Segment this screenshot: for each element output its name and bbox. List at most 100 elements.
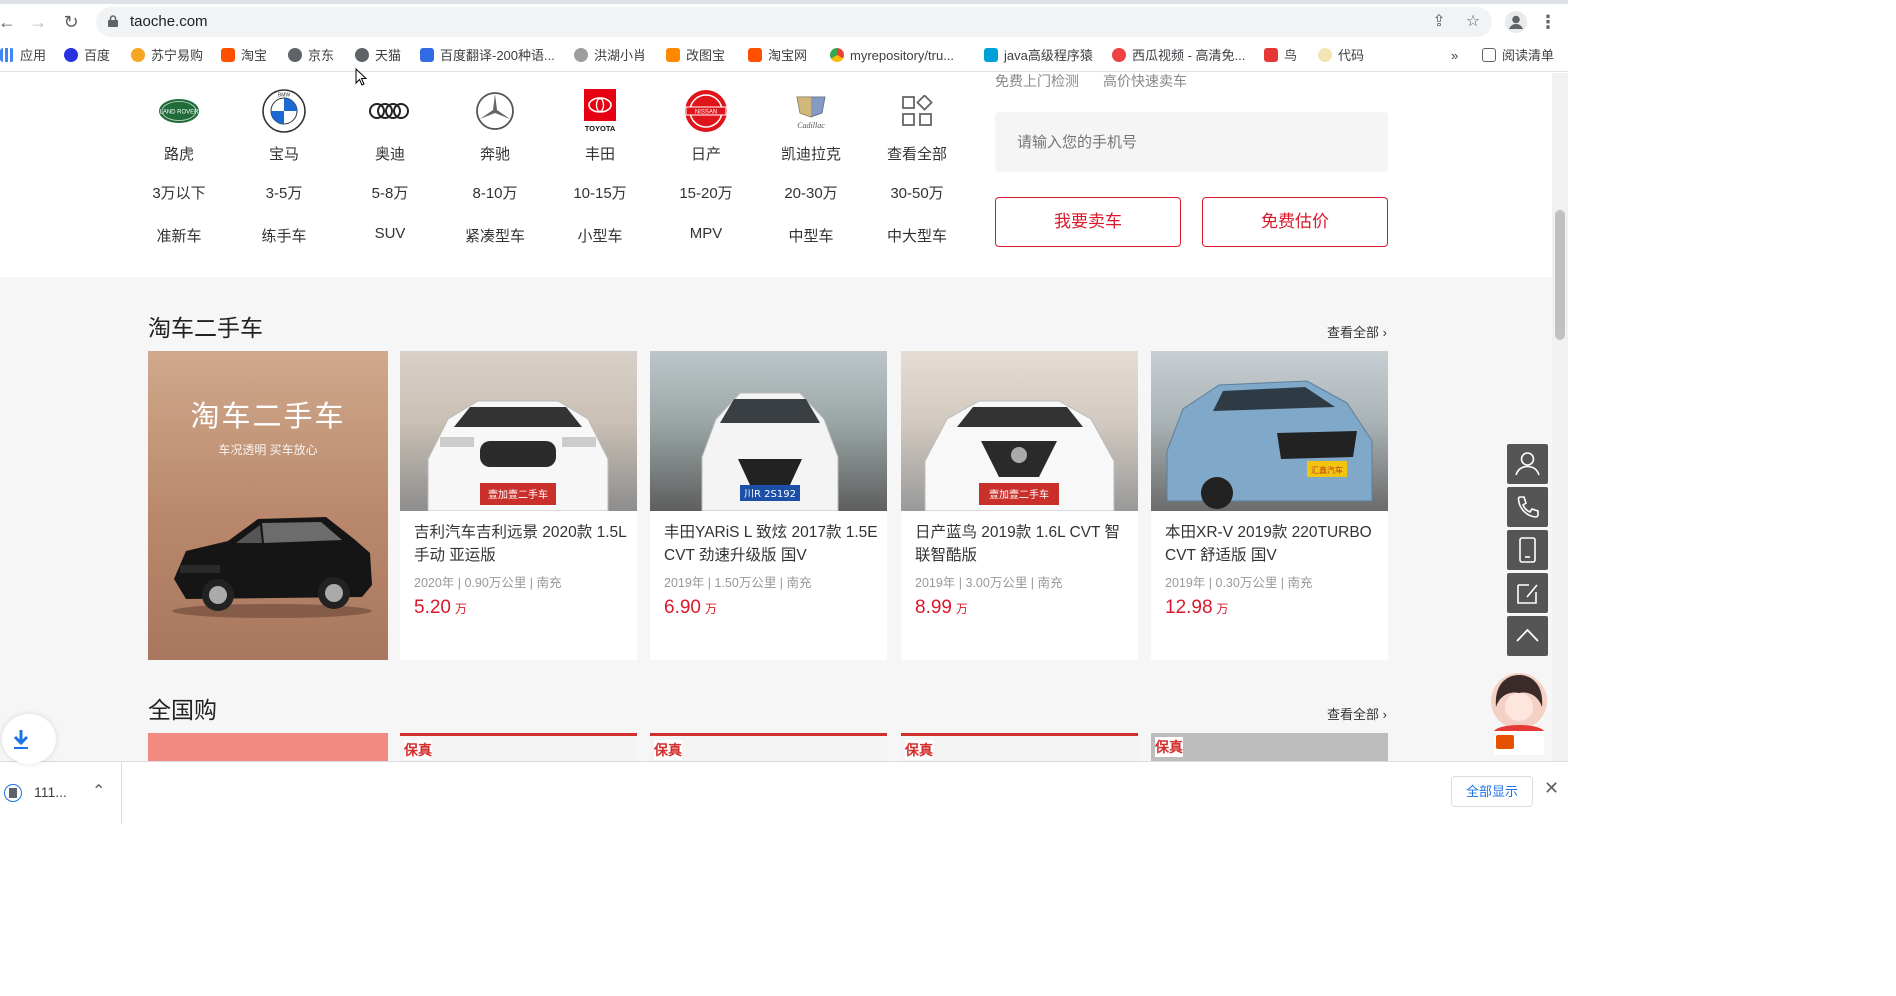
car-card[interactable]: 川R 2S192 丰田YARiS L 致炫 2017款 1.5E CVT 劲速升…: [650, 351, 887, 660]
reading-list-button[interactable]: 阅读清单: [1482, 47, 1554, 65]
brand-name: 凯迪拉克: [780, 146, 841, 163]
phone-button[interactable]: [1507, 487, 1548, 527]
forward-icon[interactable]: →: [27, 11, 49, 33]
type-filter[interactable]: MPV: [661, 225, 751, 242]
menu-icon[interactable]: ⋮: [1537, 11, 1559, 33]
phone-input[interactable]: [995, 112, 1388, 172]
bookmark-baidu-translate[interactable]: 百度翻译-200种语...: [420, 47, 555, 65]
sell-car-button[interactable]: 我要卖车: [995, 197, 1181, 247]
price-filter[interactable]: 5-8万: [345, 182, 435, 203]
brand-cadillac[interactable]: Cadillac 凯迪拉克: [766, 89, 856, 164]
car-price: 8.99 万: [915, 597, 968, 619]
view-all-used-link[interactable]: 查看全部 ›: [1327, 322, 1387, 341]
used-car-promo-banner[interactable]: 淘车二手车 车况透明 买车放心: [148, 351, 388, 660]
national-car-card[interactable]: 保真: [1151, 733, 1388, 761]
price-filter[interactable]: 8-10万: [450, 182, 540, 203]
brand-name: 查看全部: [886, 146, 947, 163]
brand-nissan[interactable]: NISSAN 日产: [661, 89, 751, 164]
user-center-button[interactable]: [1507, 444, 1548, 484]
price-filter[interactable]: 15-20万: [661, 182, 751, 203]
type-filter[interactable]: SUV: [345, 225, 435, 242]
price-filter[interactable]: 3万以下: [134, 182, 224, 203]
bookmark-xigua[interactable]: 西瓜视频 - 高清免...: [1112, 47, 1245, 65]
type-filter[interactable]: 中大型车: [872, 225, 962, 246]
download-progress-bubble[interactable]: [2, 714, 56, 764]
bookmark-suning[interactable]: 苏宁易购: [131, 47, 203, 65]
more-bookmarks-button[interactable]: »: [1451, 47, 1458, 65]
brand-filter-section: 免费上门检测 高价快速卖车 LAND ROVER 路虎 BMW 宝马 奥迪 奔驰: [0, 73, 1552, 277]
show-all-downloads-button[interactable]: 全部显示: [1451, 776, 1533, 807]
customer-service-avatar-icon[interactable]: [1490, 671, 1548, 755]
feedback-button[interactable]: [1507, 573, 1548, 613]
brand-toyota[interactable]: TOYOTA 丰田: [555, 89, 645, 164]
url-text: taoche.com: [130, 13, 208, 30]
scrollbar-thumb[interactable]: [1555, 210, 1565, 340]
bookmark-baidu[interactable]: 百度: [64, 47, 110, 65]
taobao-icon: [221, 48, 235, 62]
baozhen-badge: 保真: [654, 740, 682, 760]
price-unit: 万: [704, 602, 717, 616]
price-filter[interactable]: 30-50万: [872, 182, 962, 203]
bookmark-tmall[interactable]: 天猫: [355, 47, 401, 65]
price-filter[interactable]: 10-15万: [555, 182, 645, 203]
license-plate: 川R 2S192: [744, 489, 796, 500]
suning-icon: [131, 48, 145, 62]
bookmark-code[interactable]: 代码: [1318, 47, 1364, 65]
bookmark-apps[interactable]: 应用: [0, 47, 46, 65]
type-filter[interactable]: 练手车: [239, 225, 329, 246]
chevron-up-icon[interactable]: ⌃: [92, 781, 105, 801]
brand-view-all[interactable]: 查看全部: [872, 89, 962, 164]
price-filter[interactable]: 20-30万: [766, 182, 856, 203]
bookmark-gaitubao[interactable]: 改图宝: [666, 47, 725, 65]
nissan-icon: NISSAN: [684, 89, 728, 133]
national-car-card[interactable]: 保真: [650, 733, 887, 761]
car-card[interactable]: 汇鑫汽车 本田XR-V 2019款 220TURBO CVT 舒适版 国V 20…: [1151, 351, 1388, 660]
brand-audi[interactable]: 奥迪: [345, 89, 435, 164]
car-card[interactable]: 壹加壹二手车 日产蓝鸟 2019款 1.6L CVT 智联智酷版 2019年 |…: [901, 351, 1138, 660]
audi-icon: [368, 89, 412, 133]
national-car-card[interactable]: 保真: [901, 733, 1138, 761]
profile-icon[interactable]: [1505, 11, 1527, 33]
brand-landrover[interactable]: LAND ROVER 路虎: [134, 89, 224, 164]
bmw-icon: BMW: [262, 89, 306, 133]
back-to-top-button[interactable]: [1507, 616, 1548, 656]
close-icon[interactable]: ✕: [1544, 778, 1559, 799]
free-estimate-button[interactable]: 免费估价: [1202, 197, 1388, 247]
bookmark-label: 百度: [84, 48, 111, 63]
page-scrollbar[interactable]: [1552, 73, 1568, 761]
bookmark-taobaowang[interactable]: 淘宝网: [748, 47, 807, 65]
mobile-app-button[interactable]: [1507, 530, 1548, 570]
price-value: 5.20: [414, 597, 451, 618]
bookmark-myrepository[interactable]: myrepository/tru...: [830, 47, 954, 65]
baozhen-badge: 保真: [905, 740, 933, 760]
car-card[interactable]: 壹加壹二手车 吉利汽车吉利远景 2020款 1.5L 手动 亚运版 2020年 …: [400, 351, 637, 660]
type-filter[interactable]: 准新车: [134, 225, 224, 246]
reload-icon[interactable]: ↻: [60, 11, 82, 33]
address-bar[interactable]: taoche.com ⇪ ☆: [96, 7, 1492, 37]
price-value: 8.99: [915, 597, 952, 618]
view-all-national-link[interactable]: 查看全部 ›: [1327, 704, 1387, 723]
reading-list-icon: [1482, 48, 1496, 62]
brand-mercedes[interactable]: 奔驰: [450, 89, 540, 164]
bookmark-label: 天猫: [375, 48, 402, 63]
bookmark-jd[interactable]: 京东: [288, 47, 334, 65]
dealer-plate: 壹加壹二手车: [989, 488, 1049, 501]
blue-suv-image: 汇鑫汽车: [1166, 380, 1373, 509]
back-icon[interactable]: ←: [0, 11, 18, 33]
type-filter[interactable]: 小型车: [555, 225, 645, 246]
bookmark-java[interactable]: java高级程序猿: [984, 47, 1093, 65]
national-promo-banner[interactable]: [148, 733, 388, 761]
download-item[interactable]: 111... ⌃: [0, 762, 122, 824]
brand-name: 丰田: [584, 146, 615, 163]
price-filter[interactable]: 3-5万: [239, 182, 329, 203]
bookmark-honghu[interactable]: 洪湖小肖: [574, 47, 646, 65]
brand-bmw[interactable]: BMW 宝马: [239, 89, 329, 164]
type-filter[interactable]: 中型车: [766, 225, 856, 246]
type-filter[interactable]: 紧凑型车: [450, 225, 540, 246]
national-car-card[interactable]: 保真: [400, 733, 637, 761]
car-meta: 2020年 | 0.90万公里 | 南充: [414, 576, 562, 590]
bookmark-taobao[interactable]: 淘宝: [221, 47, 267, 65]
star-icon[interactable]: ☆: [1464, 13, 1482, 31]
share-icon[interactable]: ⇪: [1430, 13, 1448, 31]
bookmark-niao[interactable]: 鸟: [1264, 47, 1297, 65]
